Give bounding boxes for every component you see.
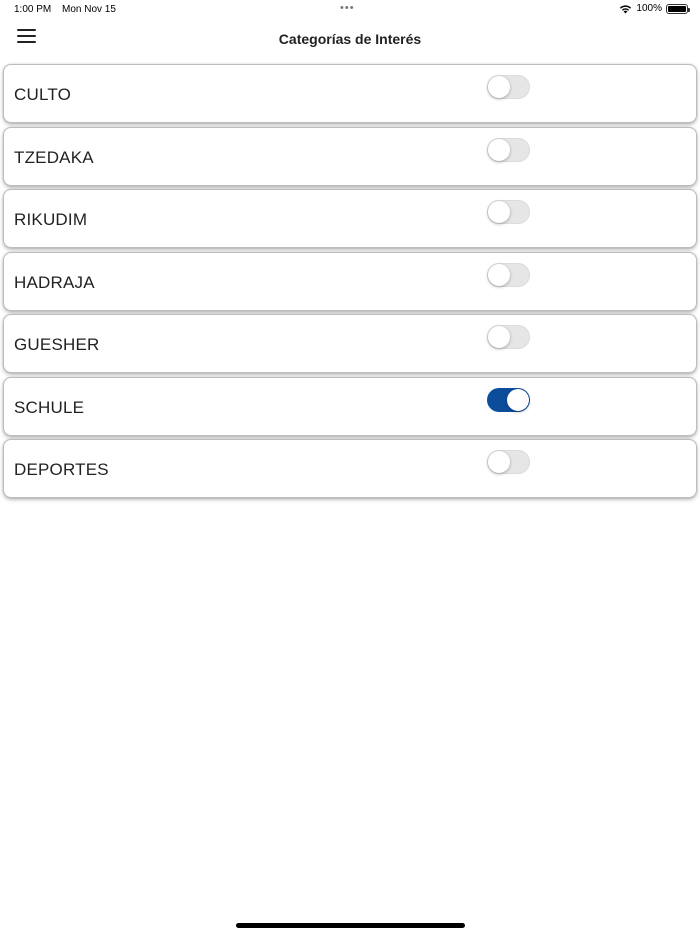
toggle-knob xyxy=(488,201,510,223)
battery-percent: 100% xyxy=(636,3,662,14)
multitasking-dots-icon[interactable]: ••• xyxy=(340,2,355,14)
home-indicator[interactable] xyxy=(236,923,465,928)
toggle-knob xyxy=(507,388,529,411)
toggle-knob xyxy=(488,76,510,98)
status-bar: 1:00 PM Mon Nov 15 ••• 100% xyxy=(0,0,700,20)
battery-fill xyxy=(668,5,686,12)
category-toggle[interactable] xyxy=(487,137,530,162)
category-row: HADRAJA xyxy=(4,252,696,310)
status-date: Mon Nov 15 xyxy=(62,4,116,15)
category-list: CULTO TZEDAKA RIKUDIM HADRAJA GUESHER SCHULE D… xyxy=(4,65,696,503)
status-indicators: 100% xyxy=(619,3,690,14)
category-row: TZEDAKA xyxy=(4,127,696,185)
page-title: Categorías de Interés xyxy=(278,31,422,47)
nav-bar: Categorías de Interés xyxy=(0,20,700,60)
toggle-knob xyxy=(488,263,510,286)
wifi-icon xyxy=(620,4,632,13)
category-label: HADRAJA xyxy=(14,272,95,292)
category-label: DEPORTES xyxy=(14,460,109,479)
toggle-knob xyxy=(488,451,510,473)
battery-icon xyxy=(666,3,690,14)
status-time: 1:00 PM xyxy=(14,4,52,15)
category-toggle[interactable] xyxy=(487,387,530,412)
category-label: RIKUDIM xyxy=(14,210,88,229)
category-label: CULTO xyxy=(14,85,72,104)
category-label: SCHULE xyxy=(14,397,85,417)
category-row: CULTO xyxy=(4,65,696,122)
category-toggle[interactable] xyxy=(487,200,530,224)
toggle-knob xyxy=(488,138,510,161)
category-toggle[interactable] xyxy=(487,75,530,99)
category-row: RIKUDIM xyxy=(4,190,696,247)
category-toggle[interactable] xyxy=(487,325,530,349)
category-row: DEPORTES xyxy=(4,440,696,497)
app-screen: 1:00 PM Mon Nov 15 ••• 100% Categorías d… xyxy=(0,0,700,934)
category-toggle[interactable] xyxy=(487,262,530,287)
category-row: GUESHER xyxy=(4,315,696,372)
toggle-knob xyxy=(488,326,510,348)
category-label: TZEDAKA xyxy=(14,147,94,167)
category-label: GUESHER xyxy=(14,335,100,354)
category-row: SCHULE xyxy=(4,377,696,435)
category-toggle[interactable] xyxy=(487,450,530,474)
